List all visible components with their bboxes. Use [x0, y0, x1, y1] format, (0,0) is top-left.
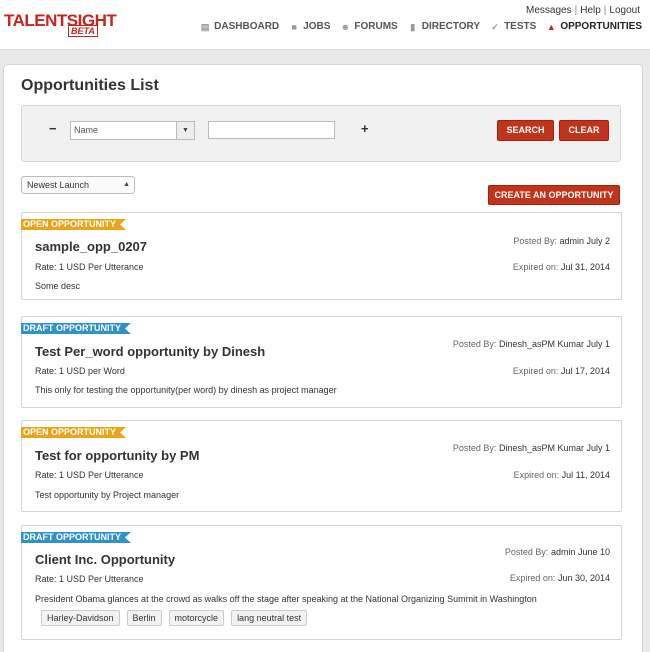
opportunity-rate: Rate: 1 USD Per Utterance: [35, 574, 144, 584]
nav-label: TESTS: [504, 21, 537, 32]
posted-by-label: Posted By:: [504, 547, 549, 557]
opportunity-description: President Obama glances at the crowd as …: [35, 594, 537, 604]
filter-value-input[interactable]: [208, 121, 335, 139]
nav-dashboard[interactable]: ▤ DASHBOARD: [200, 21, 279, 32]
filter-field-select[interactable]: Name ▼: [70, 121, 195, 140]
nav-opportunities[interactable]: ▲ OPPORTUNITIES: [546, 21, 642, 32]
nav-jobs[interactable]: ■ JOBS: [289, 21, 330, 32]
expired-value: Jul 11, 2014: [561, 470, 610, 480]
flame-icon: ▲: [546, 21, 556, 32]
create-opportunity-button[interactable]: CREATE AN OPPORTUNITY: [488, 185, 620, 205]
posted-by-value: admin July 2: [559, 236, 610, 246]
nav-directory[interactable]: ▮ DIRECTORY: [408, 21, 480, 32]
posted-by-label: Posted By:: [452, 443, 497, 453]
nav-label: OPPORTUNITIES: [560, 21, 642, 32]
header: TALENTSIGHT BETA Messages | Help | Logout ▤ D…: [0, 0, 650, 50]
opportunity-description: This only for testing the opportunity(pe…: [35, 385, 337, 395]
tag-list: Harley-Davidson Berlin motorcycle lang n…: [41, 610, 314, 626]
nav-tests[interactable]: ✓ TESTS: [490, 21, 536, 32]
nav-label: FORUMS: [354, 21, 398, 32]
clear-button[interactable]: CLEAR: [559, 120, 609, 141]
expired-on: Expired on: Jul 11, 2014: [514, 470, 610, 480]
opportunity-title[interactable]: sample_opp_0207: [35, 239, 147, 254]
opportunity-title[interactable]: Test for opportunity by PM: [35, 448, 199, 463]
expired-value: Jun 30, 2014: [557, 573, 610, 583]
expired-label: Expired on:: [509, 573, 556, 583]
expired-label: Expired on:: [512, 366, 559, 376]
opportunity-rate: Rate: 1 USD Per Utterance: [35, 470, 144, 480]
logout-link[interactable]: Logout: [609, 5, 640, 16]
expired-on: Expired on: Jul 17, 2014: [513, 366, 610, 376]
posted-by-value: admin June 10: [550, 547, 610, 557]
tag[interactable]: Harley-Davidson: [41, 610, 120, 626]
sort-value: Newest Launch: [27, 180, 90, 190]
help-link[interactable]: Help: [580, 5, 601, 16]
chevron-down-icon[interactable]: ▼: [176, 122, 194, 139]
messages-link[interactable]: Messages: [526, 5, 572, 16]
posted-by-value: Dinesh_asPM Kumar July 1: [498, 443, 610, 453]
sort-select[interactable]: Newest Launch ▲: [21, 176, 135, 194]
opportunities-panel: Opportunities List − Name ▼ + SEARCH CLE…: [3, 64, 643, 652]
nav-label: DIRECTORY: [421, 21, 481, 32]
filter-bar: − Name ▼ + SEARCH CLEAR: [21, 105, 621, 162]
posted-by: Posted By: admin June 10: [505, 547, 610, 557]
expired-label: Expired on:: [513, 470, 560, 480]
posted-by: Posted By: admin July 2: [513, 236, 610, 246]
logo-talent-text: TALENT: [4, 11, 67, 30]
nav-label: JOBS: [303, 21, 331, 32]
opportunity-title[interactable]: Test Per_word opportunity by Dinesh: [35, 344, 265, 359]
filter-field-value: Name: [74, 125, 99, 135]
posted-by-value: Dinesh_asPM Kumar July 1: [498, 339, 610, 349]
talentsight-logo[interactable]: TALENTSIGHT: [4, 11, 117, 31]
page-title: Opportunities List: [21, 77, 159, 94]
opportunity-card[interactable]: DRAFT OPPORTUNITY Test Per_word opportun…: [21, 316, 622, 408]
opportunity-title[interactable]: Client Inc. Opportunity: [35, 552, 175, 567]
expired-on: Expired on: Jun 30, 2014: [510, 573, 610, 583]
separator: |: [603, 5, 607, 16]
status-ribbon: OPEN OPPORTUNITY: [21, 427, 126, 438]
tag[interactable]: motorcycle: [168, 610, 225, 626]
check-icon: ✓: [491, 21, 499, 32]
nav-forums[interactable]: ☻ FORUMS: [340, 21, 398, 32]
top-links: Messages | Help | Logout: [526, 5, 640, 16]
opportunity-rate: Rate: 1 USD Per Utterance: [35, 262, 144, 272]
opportunity-card[interactable]: OPEN OPPORTUNITY Test for opportunity by…: [21, 420, 622, 512]
expired-value: Jul 17, 2014: [560, 366, 610, 376]
posted-by-label: Posted By:: [452, 339, 497, 349]
book-icon: ▮: [410, 21, 416, 32]
nav-label: DASHBOARD: [214, 21, 280, 32]
briefcase-icon: ■: [291, 21, 297, 32]
people-icon: ☻: [340, 21, 351, 32]
status-ribbon: DRAFT OPPORTUNITY: [21, 532, 131, 543]
remove-filter-button[interactable]: −: [49, 121, 57, 136]
opportunity-rate: Rate: 1 USD per Word: [35, 366, 125, 376]
posted-by: Posted By: Dinesh_asPM Kumar July 1: [453, 339, 610, 349]
search-button[interactable]: SEARCH: [497, 120, 554, 141]
expired-on: Expired on: Jul 31, 2014: [513, 262, 610, 272]
main-nav: ▤ DASHBOARD ■ JOBS ☻ FORUMS ▮ DIRECTORY ✓ TES…: [190, 21, 642, 32]
status-ribbon: OPEN OPPORTUNITY: [21, 219, 126, 230]
expired-value: Jul 31, 2014: [560, 262, 610, 272]
tag[interactable]: lang neutral test: [231, 610, 308, 626]
opportunity-description: Some desc: [35, 281, 81, 291]
add-filter-button[interactable]: +: [361, 121, 369, 136]
separator: |: [574, 5, 578, 16]
beta-badge: BETA: [68, 25, 98, 37]
status-ribbon: DRAFT OPPORTUNITY: [21, 323, 131, 334]
opportunity-description: Test opportunity by Project manager: [35, 490, 180, 500]
expired-label: Expired on:: [512, 262, 559, 272]
posted-by-label: Posted By:: [513, 236, 557, 246]
opportunity-card[interactable]: DRAFT OPPORTUNITY Client Inc. Opportunit…: [21, 525, 622, 640]
opportunity-card[interactable]: OPEN OPPORTUNITY sample_opp_0207 Rate: 1…: [21, 212, 622, 300]
tag[interactable]: Berlin: [126, 610, 162, 626]
chevron-updown-icon: ▲: [123, 181, 130, 188]
dashboard-icon: ▤: [200, 21, 210, 32]
posted-by: Posted By: Dinesh_asPM Kumar July 1: [453, 443, 610, 453]
